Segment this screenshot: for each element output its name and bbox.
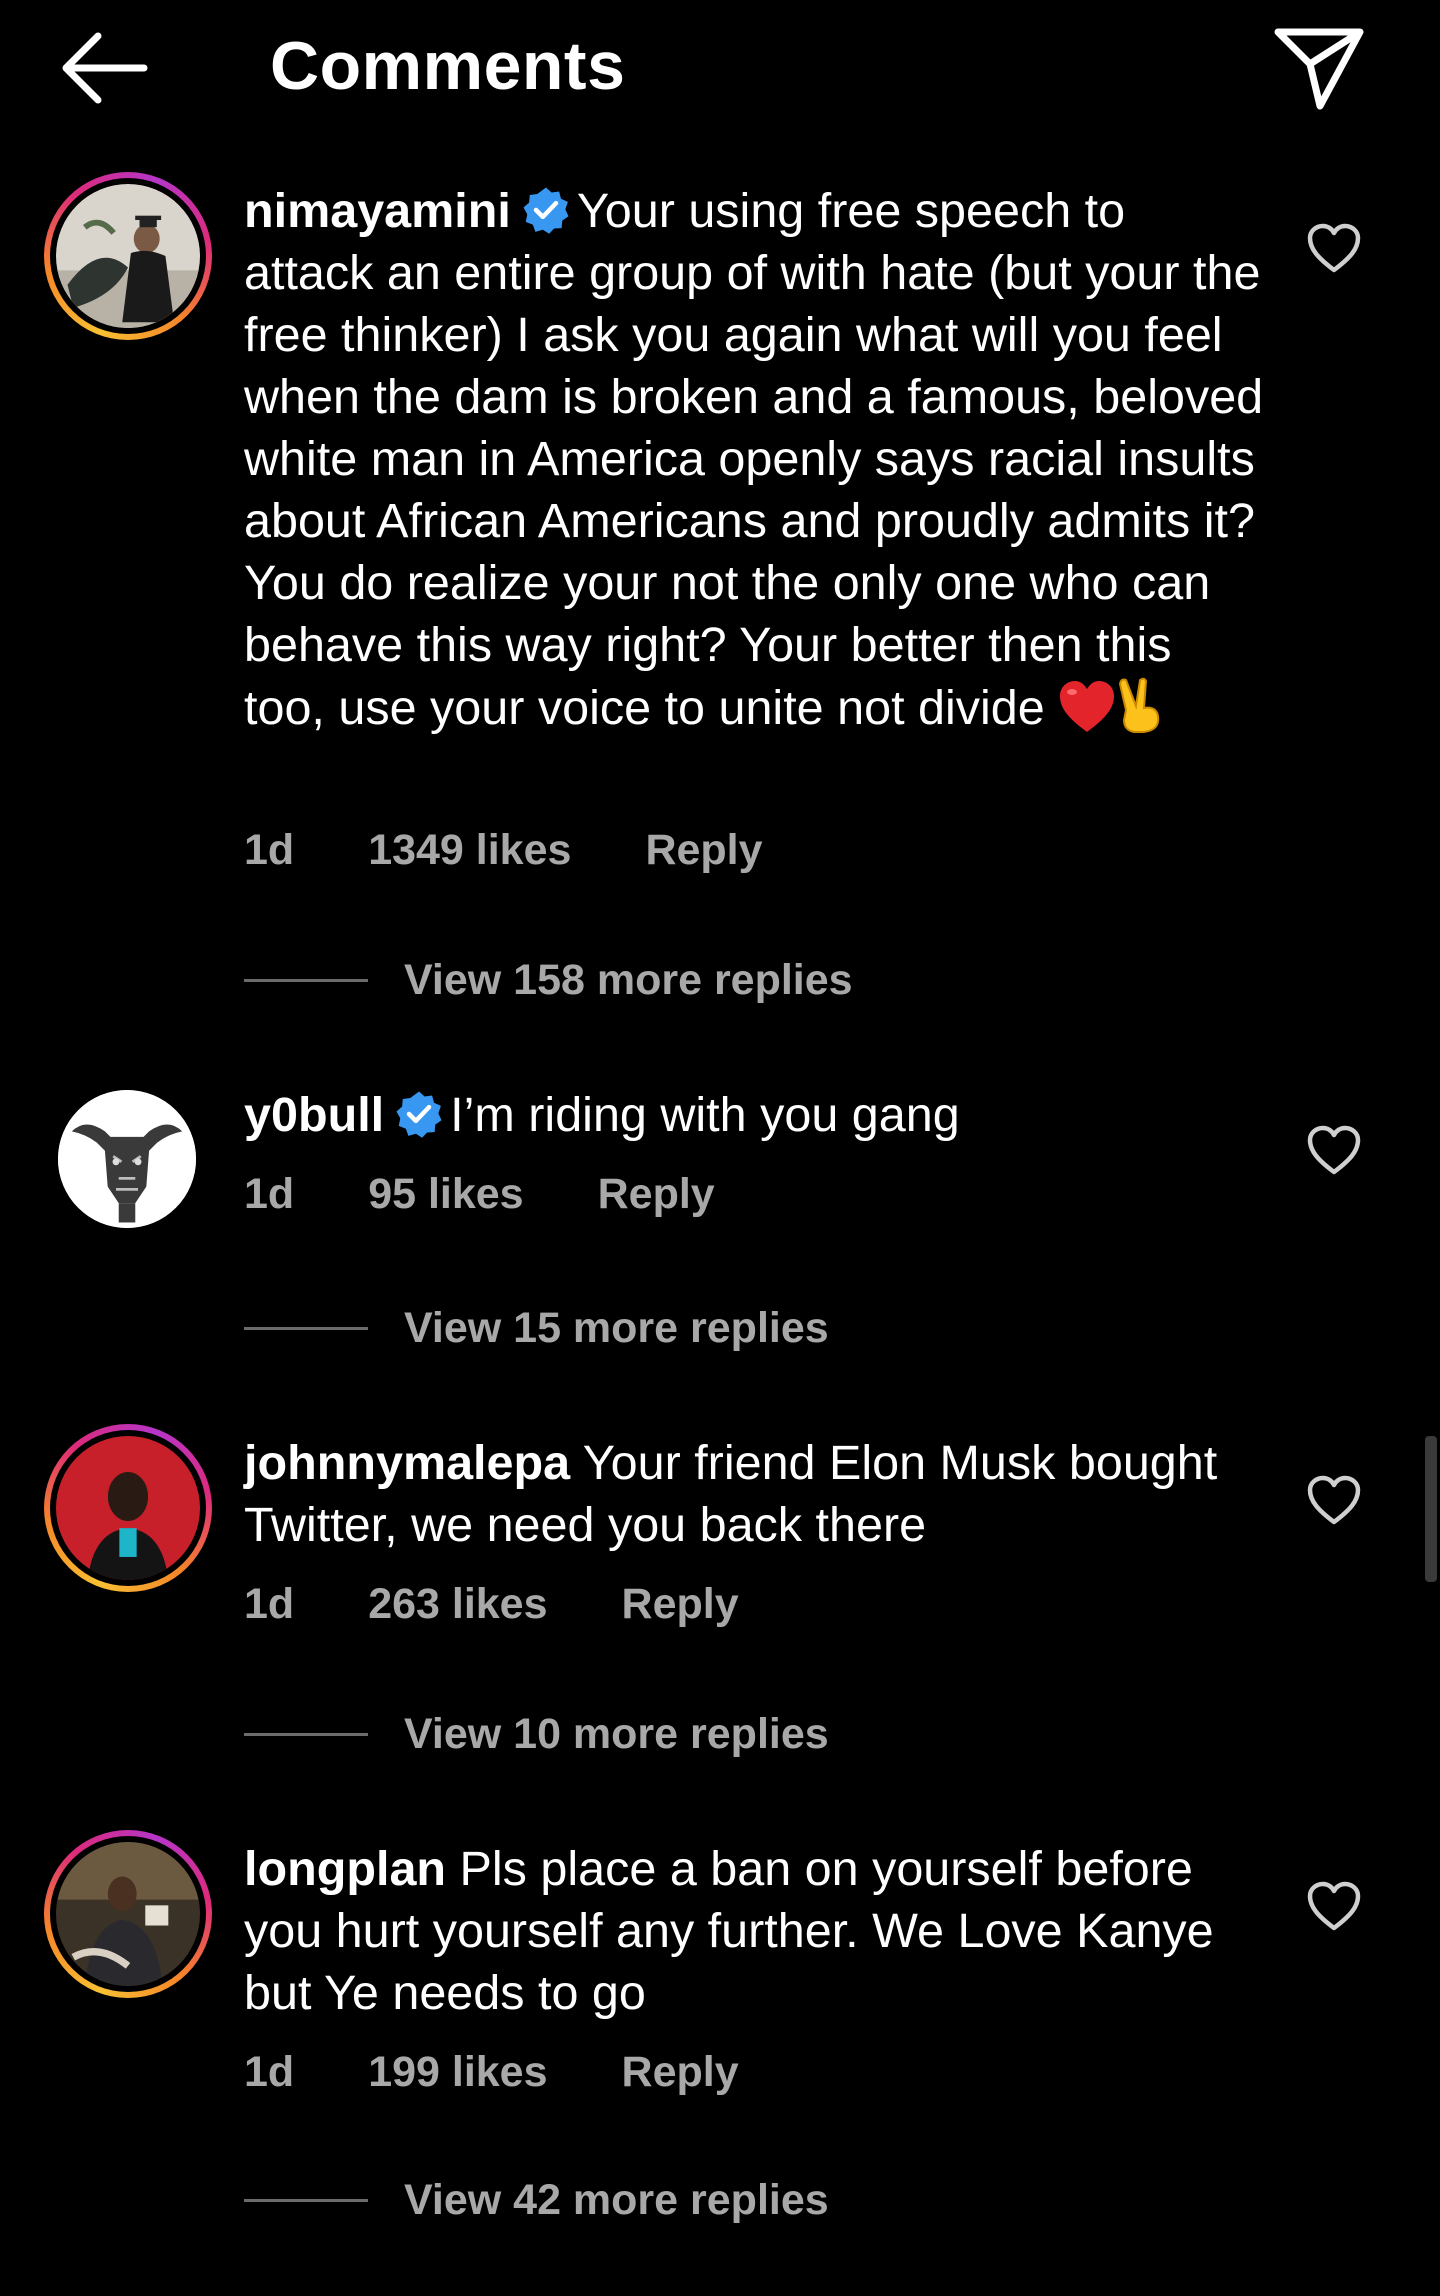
comment-meta: 1d 95 likes Reply bbox=[244, 1168, 789, 1220]
replies-divider-line bbox=[244, 1326, 368, 1330]
avatar-photo bbox=[56, 1436, 200, 1580]
view-replies-label: View 15 more replies bbox=[404, 1303, 829, 1352]
avatar-photo bbox=[56, 184, 200, 328]
like-button[interactable] bbox=[1306, 1474, 1362, 1526]
comment-username[interactable]: y0bull bbox=[244, 1088, 384, 1142]
comment-likes[interactable]: 199 likes bbox=[368, 2048, 547, 2096]
avatar[interactable] bbox=[44, 1424, 212, 1592]
comment-likes[interactable]: 1349 likes bbox=[368, 826, 571, 874]
comment-text-block: y0bull I’m riding with you gang bbox=[244, 1084, 1264, 1146]
paper-plane-icon bbox=[1274, 28, 1364, 110]
view-replies-label: View 10 more replies bbox=[404, 1709, 829, 1758]
back-button[interactable] bbox=[60, 30, 150, 106]
like-button[interactable] bbox=[1306, 1124, 1362, 1176]
like-button[interactable] bbox=[1306, 1880, 1362, 1932]
comment-meta: 1d 199 likes Reply bbox=[244, 2046, 813, 2098]
comment-likes[interactable]: 263 likes bbox=[368, 1580, 547, 1628]
view-more-replies-button[interactable]: View 42 more replies bbox=[244, 2172, 829, 2228]
red-heart-emoji-icon bbox=[1060, 681, 1115, 732]
view-replies-label: View 42 more replies bbox=[404, 2175, 829, 2224]
scrollbar[interactable] bbox=[1425, 1436, 1437, 1582]
reply-button[interactable]: Reply bbox=[622, 2048, 739, 2096]
avatar[interactable] bbox=[58, 1090, 196, 1228]
avatar[interactable] bbox=[44, 172, 212, 340]
view-replies-label: View 158 more replies bbox=[404, 955, 853, 1004]
reply-button[interactable]: Reply bbox=[622, 1580, 739, 1628]
replies-divider-line bbox=[244, 978, 368, 982]
reply-button[interactable]: Reply bbox=[645, 826, 762, 874]
avatar-photo bbox=[56, 1842, 200, 1986]
back-arrow-icon bbox=[62, 32, 148, 104]
like-button[interactable] bbox=[1306, 222, 1362, 274]
bull-logo-avatar bbox=[58, 1090, 196, 1228]
reply-button[interactable]: Reply bbox=[598, 1170, 715, 1218]
comment-timestamp: 1d bbox=[244, 2048, 295, 2096]
heart-outline-icon bbox=[1307, 1125, 1361, 1175]
verified-badge-icon bbox=[523, 187, 569, 234]
heart-outline-icon bbox=[1307, 1475, 1361, 1525]
comment-text: Your using free speech to attack an enti… bbox=[244, 184, 1264, 735]
comment-username[interactable]: johnnymalepa bbox=[244, 1436, 570, 1490]
comment-username[interactable]: longplan bbox=[244, 1842, 446, 1896]
heart-outline-icon bbox=[1307, 223, 1361, 273]
comment-username[interactable]: nimayamini bbox=[244, 184, 511, 238]
header-bar: Comments bbox=[0, 0, 1440, 140]
view-more-replies-button[interactable]: View 158 more replies bbox=[244, 952, 853, 1008]
share-button[interactable] bbox=[1272, 24, 1368, 114]
comment-text-block: longplan Pls place a ban on yourself bef… bbox=[244, 1838, 1264, 2024]
view-more-replies-button[interactable]: View 10 more replies bbox=[244, 1706, 829, 1762]
victory-hand-emoji-icon bbox=[1119, 677, 1160, 733]
verified-badge-icon bbox=[396, 1091, 442, 1138]
comment-text: I’m riding with you gang bbox=[450, 1088, 960, 1142]
comment-timestamp: 1d bbox=[244, 826, 295, 874]
replies-divider-line bbox=[244, 1732, 368, 1736]
comment-text-block: johnnymalepa Your friend Elon Musk bough… bbox=[244, 1432, 1264, 1556]
avatar[interactable] bbox=[44, 1830, 212, 1998]
comment-meta: 1d 263 likes Reply bbox=[244, 1578, 813, 1630]
page-title: Comments bbox=[270, 28, 626, 104]
view-more-replies-button[interactable]: View 15 more replies bbox=[244, 1300, 829, 1356]
comment-text-block: nimayamini Your using free speech to atta… bbox=[244, 180, 1264, 739]
comment-timestamp: 1d bbox=[244, 1170, 295, 1218]
comment-likes[interactable]: 95 likes bbox=[368, 1170, 523, 1218]
comment-timestamp: 1d bbox=[244, 1580, 295, 1628]
replies-divider-line bbox=[244, 2198, 368, 2202]
heart-outline-icon bbox=[1307, 1881, 1361, 1931]
comment-meta: 1d 1349 likes Reply bbox=[244, 824, 837, 876]
